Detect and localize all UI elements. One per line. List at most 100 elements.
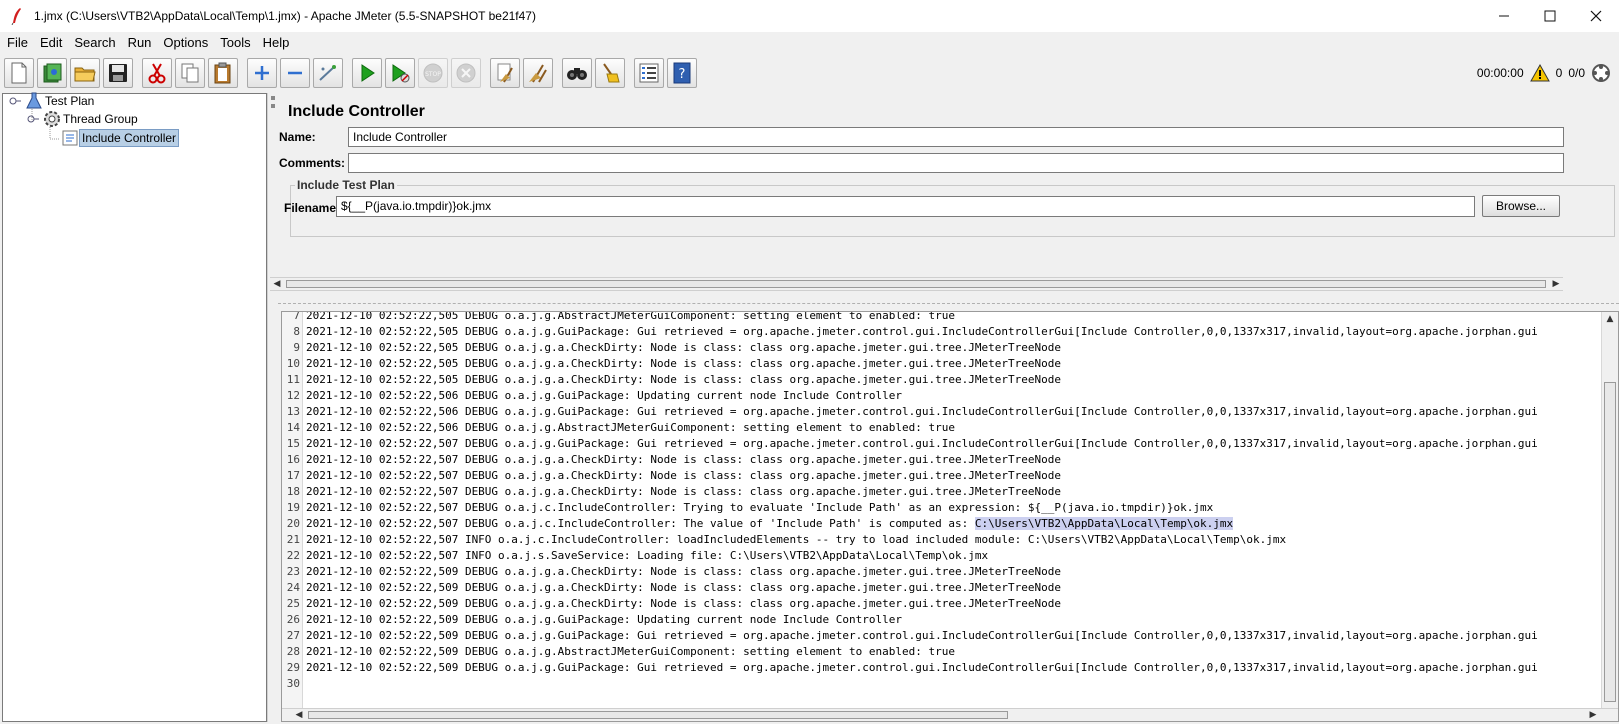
menu-help[interactable]: Help — [257, 32, 296, 54]
templates-button[interactable] — [37, 58, 67, 88]
plus-icon — [255, 66, 269, 80]
scroll-up-arrow-icon[interactable]: ▲ — [1603, 312, 1617, 326]
clear-button[interactable] — [490, 58, 520, 88]
save-button[interactable] — [103, 58, 133, 88]
scrollbar-thumb[interactable] — [1604, 382, 1616, 702]
warning-icon[interactable] — [1529, 64, 1550, 82]
toggle-button[interactable] — [313, 58, 343, 88]
line-number: 15 — [286, 437, 300, 450]
cut-button[interactable] — [142, 58, 172, 88]
menu-run[interactable]: Run — [122, 32, 158, 54]
reset-search-button[interactable] — [595, 58, 625, 88]
log-line: 2021-12-10 02:52:22,505 DEBUG o.a.j.g.a.… — [306, 341, 1061, 354]
tree-toggle-icon[interactable] — [7, 92, 25, 110]
collapse-all-button[interactable] — [280, 58, 310, 88]
start-no-timers-button[interactable] — [385, 58, 415, 88]
minimize-button[interactable] — [1481, 0, 1527, 32]
warning-count: 0 — [1555, 66, 1563, 80]
line-number: 26 — [286, 613, 300, 626]
window-title: 1.jmx (C:\Users\VTB2\AppData\Local\Temp\… — [34, 9, 536, 23]
log-line-text: 2021-12-10 02:52:22,507 DEBUG o.a.j.c.In… — [306, 517, 975, 530]
stop-button[interactable]: STOP — [418, 58, 448, 88]
copy-button[interactable] — [175, 58, 205, 88]
log-line: 2021-12-10 02:52:22,506 DEBUG o.a.j.g.Gu… — [306, 405, 1538, 418]
tree-toggle-icon[interactable] — [25, 110, 43, 128]
reset-search-broom-icon — [603, 63, 620, 83]
toggle-wand-icon — [319, 65, 336, 81]
jmeter-feather-icon — [0, 7, 34, 25]
scroll-left-arrow-icon[interactable]: ◀ — [292, 709, 306, 721]
log-line: 2021-12-10 02:52:22,507 DEBUG o.a.j.g.Gu… — [306, 437, 1538, 450]
maximize-button[interactable] — [1527, 0, 1573, 32]
remote-status-icon — [1592, 64, 1610, 82]
scroll-left-arrow-icon[interactable]: ◀ — [270, 278, 284, 290]
paste-button[interactable] — [208, 58, 238, 88]
scrollbar-thumb[interactable] — [308, 711, 1008, 719]
comments-label: Comments: — [279, 156, 346, 170]
log-line: 2021-12-10 02:52:22,509 DEBUG o.a.j.g.Gu… — [306, 629, 1538, 642]
clear-all-broom-icon — [529, 64, 547, 83]
start-button[interactable] — [352, 58, 382, 88]
log-line: 2021-12-10 02:52:22,507 INFO o.a.j.c.Inc… — [306, 533, 1287, 546]
vertical-splitter[interactable] — [267, 93, 278, 722]
svg-text:?: ? — [679, 67, 686, 82]
help-button[interactable]: ? — [667, 58, 697, 88]
function-helper-button[interactable] — [634, 58, 664, 88]
play-icon — [361, 64, 375, 82]
log-line: 2021-12-10 02:52:22,506 DEBUG o.a.j.g.Gu… — [306, 389, 903, 402]
open-button[interactable] — [70, 58, 100, 88]
group-title: Include Test Plan — [295, 178, 397, 192]
expand-all-button[interactable] — [247, 58, 277, 88]
log-line: 2021-12-10 02:52:22,509 DEBUG o.a.j.g.a.… — [306, 597, 1061, 610]
line-number: 29 — [286, 661, 300, 674]
log-text-area[interactable]: 2021-12-10 02:52:22,505 DEBUG o.a.j.g.Ab… — [306, 312, 1602, 708]
filename-field[interactable]: ${__P(java.io.tmpdir)}ok.jmx — [336, 196, 1475, 217]
menu-options[interactable]: Options — [157, 32, 214, 54]
stop-icon: STOP — [423, 63, 443, 83]
shutdown-button[interactable] — [451, 58, 481, 88]
line-number: 25 — [286, 597, 300, 610]
name-label: Name: — [279, 130, 316, 144]
log-line: 2021-12-10 02:52:22,507 INFO o.a.j.s.Sav… — [306, 549, 989, 562]
search-button[interactable] — [562, 58, 592, 88]
test-plan-flask-icon — [26, 92, 42, 109]
shutdown-icon — [456, 63, 476, 83]
include-controller-icon — [62, 130, 78, 146]
log-vertical-scrollbar[interactable]: ▲ — [1601, 312, 1618, 708]
editor-horizontal-scrollbar[interactable]: ◀ ▶ — [270, 277, 1563, 291]
line-number: 7 — [293, 311, 300, 322]
templates-book-icon — [43, 63, 62, 83]
comments-field[interactable] — [348, 153, 1564, 173]
selected-text[interactable]: C:\Users\VTB2\AppData\Local\Temp\ok.jmx — [974, 517, 1234, 530]
tree-node-test-plan[interactable]: Test Plan — [7, 92, 96, 110]
menu-tools[interactable]: Tools — [214, 32, 256, 54]
binoculars-icon — [567, 68, 587, 80]
line-number: 12 — [286, 389, 300, 402]
scroll-right-arrow-icon[interactable]: ▶ — [1586, 709, 1600, 721]
line-number: 23 — [286, 565, 300, 578]
browse-button[interactable]: Browse... — [1482, 195, 1560, 217]
log-line: 2021-12-10 02:52:22,509 DEBUG o.a.j.g.Gu… — [306, 661, 1538, 674]
elapsed-timer: 00:00:00 — [1476, 66, 1524, 80]
tree-node-thread-group[interactable]: Thread Group — [25, 110, 140, 128]
new-button[interactable] — [4, 58, 34, 88]
svg-text:STOP: STOP — [425, 71, 441, 78]
tree-node-include-controller[interactable]: Include Controller — [61, 129, 180, 147]
menu-file[interactable]: File — [0, 32, 34, 54]
log-viewer[interactable]: 7 8 9 10 11 12 13 14 15 16 17 18 19 20 2… — [281, 311, 1619, 722]
clear-all-button[interactable] — [523, 58, 553, 88]
scroll-right-arrow-icon[interactable]: ▶ — [1549, 278, 1563, 290]
element-editor: Include Controller Name: Include Control… — [270, 93, 1619, 303]
line-number: 24 — [286, 581, 300, 594]
horizontal-splitter[interactable] — [278, 303, 1619, 311]
play-no-pause-icon — [392, 64, 410, 83]
menu-search[interactable]: Search — [68, 32, 121, 54]
page-title: Include Controller — [288, 103, 425, 120]
close-window-button[interactable] — [1573, 0, 1619, 32]
menu-edit[interactable]: Edit — [34, 32, 68, 54]
scrollbar-thumb[interactable] — [286, 280, 1546, 288]
run-status: 00:00:00 0 0/0 — [1477, 54, 1611, 92]
line-number: 8 — [293, 325, 300, 338]
log-horizontal-scrollbar[interactable]: ◀ ▶ — [282, 708, 1618, 721]
name-field[interactable]: Include Controller — [348, 127, 1564, 147]
